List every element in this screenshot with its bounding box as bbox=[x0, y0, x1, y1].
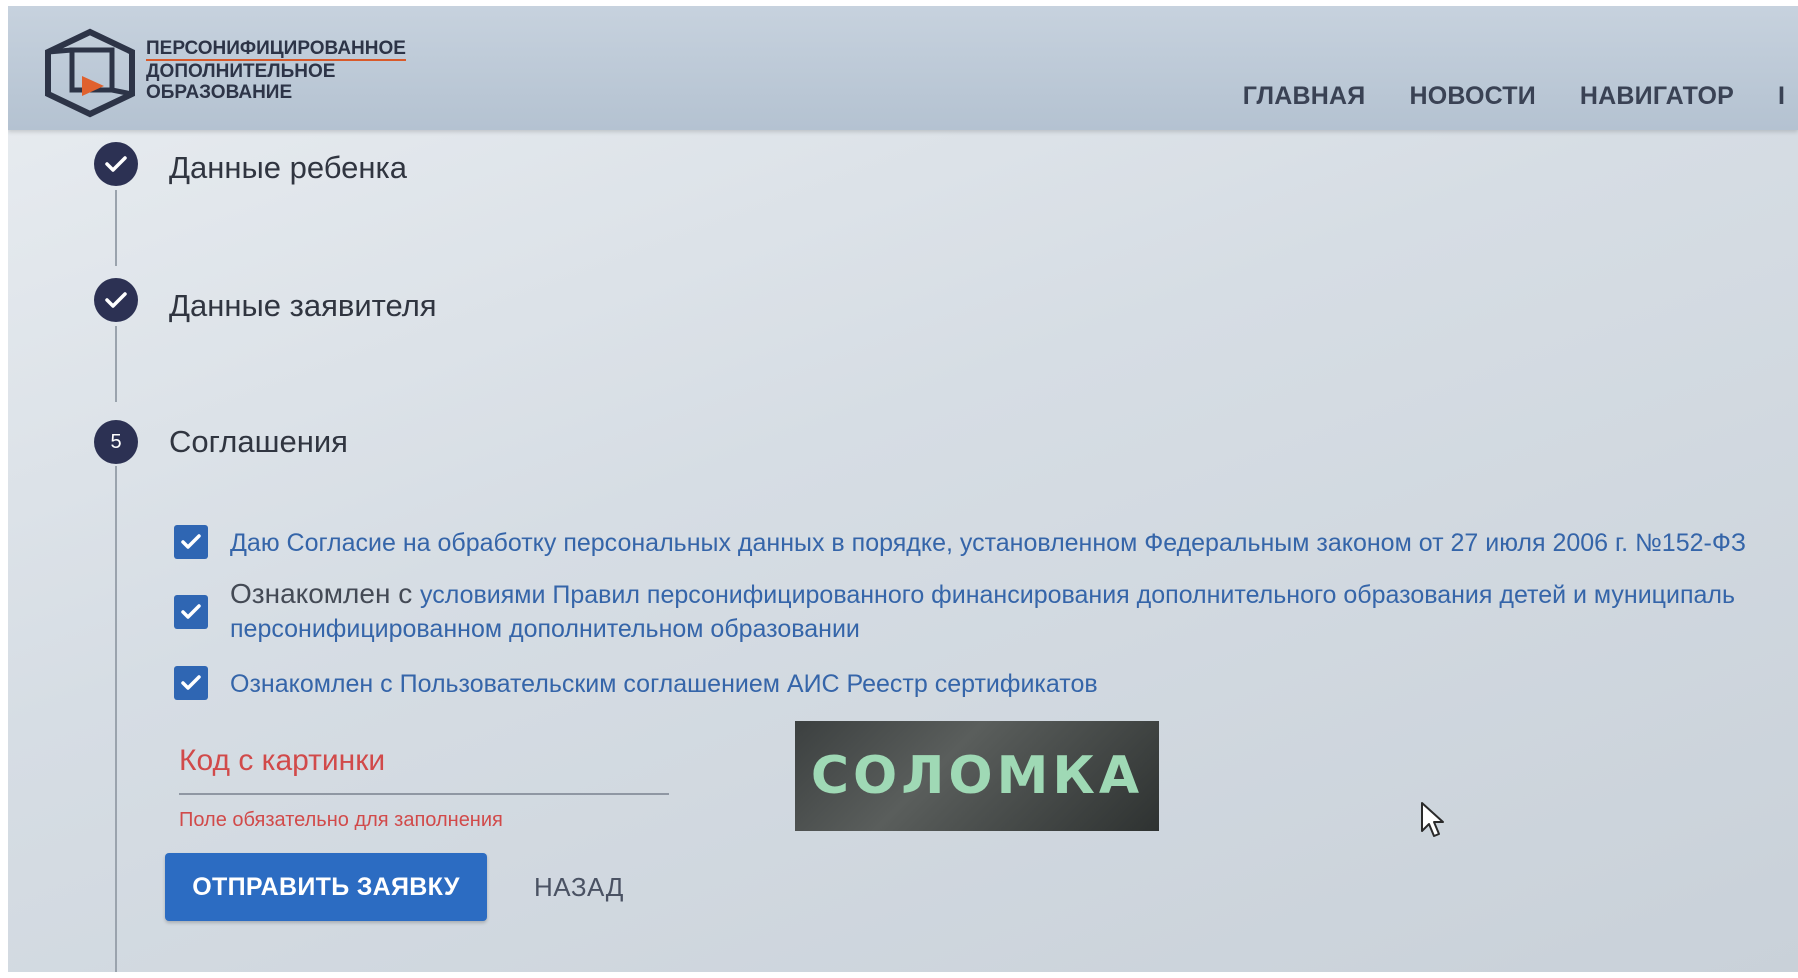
captcha-error-message: Поле обязательно для заполнения bbox=[179, 809, 503, 831]
agreement-text-user-terms[interactable]: Ознакомлен с Пользовательским соглашение… bbox=[230, 667, 1098, 701]
nav-item-navigator[interactable]: НАВИГАТОР bbox=[1580, 82, 1734, 111]
step-title-child-data[interactable]: Данные ребенка bbox=[169, 150, 407, 186]
check-icon bbox=[105, 292, 127, 308]
pfdo-rules-link[interactable]: условиями Правил персонифицированного фи… bbox=[420, 581, 1735, 609]
checkbox-user-terms[interactable] bbox=[174, 666, 208, 700]
main-nav: ГЛАВНАЯ НОВОСТИ НАВИГАТОР I bbox=[1243, 82, 1798, 111]
captcha-input-underline bbox=[179, 793, 669, 795]
step-title-applicant-data[interactable]: Данные заявителя bbox=[169, 288, 437, 324]
logo-cube-icon[interactable] bbox=[42, 28, 138, 118]
site-header: ПЕРСОНИФИЦИРОВАННОЕ ДОПОЛНИТЕЛЬНОЕ ОБРАЗ… bbox=[8, 6, 1798, 130]
agreement-text-personal-data[interactable]: Даю Согласие на обработку персональных д… bbox=[230, 526, 1746, 560]
submit-application-button[interactable]: ОТПРАВИТЬ ЗАЯВКУ bbox=[165, 853, 487, 921]
step-connector-3 bbox=[115, 466, 117, 972]
agreement-text-pfdo-rules: Ознакомлен с условиями Правил персонифиц… bbox=[230, 577, 1735, 646]
checkbox-pfdo-rules[interactable] bbox=[174, 595, 208, 629]
step-done-icon bbox=[94, 142, 138, 186]
logo-line-3: ОБРАЗОВАНИЕ bbox=[146, 82, 293, 103]
step-connector-1 bbox=[115, 190, 117, 266]
captcha-image-text: СОЛОМКА bbox=[810, 746, 1144, 806]
captcha-image: СОЛОМКА bbox=[795, 721, 1159, 831]
logo-text[interactable]: ПЕРСОНИФИЦИРОВАННОЕ ДОПОЛНИТЕЛЬНОЕ ОБРАЗ… bbox=[146, 38, 406, 103]
agreement-user-terms: Ознакомлен с Пользовательским соглашение… bbox=[174, 666, 1098, 701]
checkbox-personal-data[interactable] bbox=[174, 525, 208, 559]
agreement-pfdo-rules: Ознакомлен с условиями Правил персонифиц… bbox=[174, 578, 1735, 646]
logo-line-1: ПЕРСОНИФИЦИРОВАННОЕ bbox=[146, 38, 406, 61]
step-done-icon bbox=[94, 278, 138, 322]
screen: ПЕРСОНИФИЦИРОВАННОЕ ДОПОЛНИТЕЛЬНОЕ ОБРАЗ… bbox=[8, 6, 1798, 972]
agreement-personal-data: Даю Согласие на обработку персональных д… bbox=[174, 525, 1746, 560]
nav-item-news[interactable]: НОВОСТИ bbox=[1409, 82, 1535, 111]
step-number-badge: 5 bbox=[94, 420, 138, 464]
agreement-prefix: Ознакомлен с bbox=[230, 578, 420, 609]
step-title-agreements: Соглашения bbox=[169, 424, 348, 459]
nav-item-more[interactable]: I bbox=[1778, 82, 1798, 111]
check-icon bbox=[181, 604, 201, 619]
check-icon bbox=[105, 156, 127, 172]
nav-item-home[interactable]: ГЛАВНАЯ bbox=[1243, 82, 1366, 111]
mouse-cursor-icon bbox=[1421, 802, 1444, 837]
pfdo-rules-link-line2[interactable]: персонифицированном дополнительном образ… bbox=[230, 612, 1735, 646]
logo-line-2: ДОПОЛНИТЕЛЬНОЕ bbox=[146, 61, 336, 82]
step-connector-2 bbox=[115, 326, 117, 402]
captcha-input[interactable]: Код с картинки bbox=[179, 744, 385, 778]
check-icon bbox=[181, 675, 201, 690]
check-icon bbox=[181, 534, 201, 549]
back-button[interactable]: НАЗАД bbox=[534, 872, 624, 903]
